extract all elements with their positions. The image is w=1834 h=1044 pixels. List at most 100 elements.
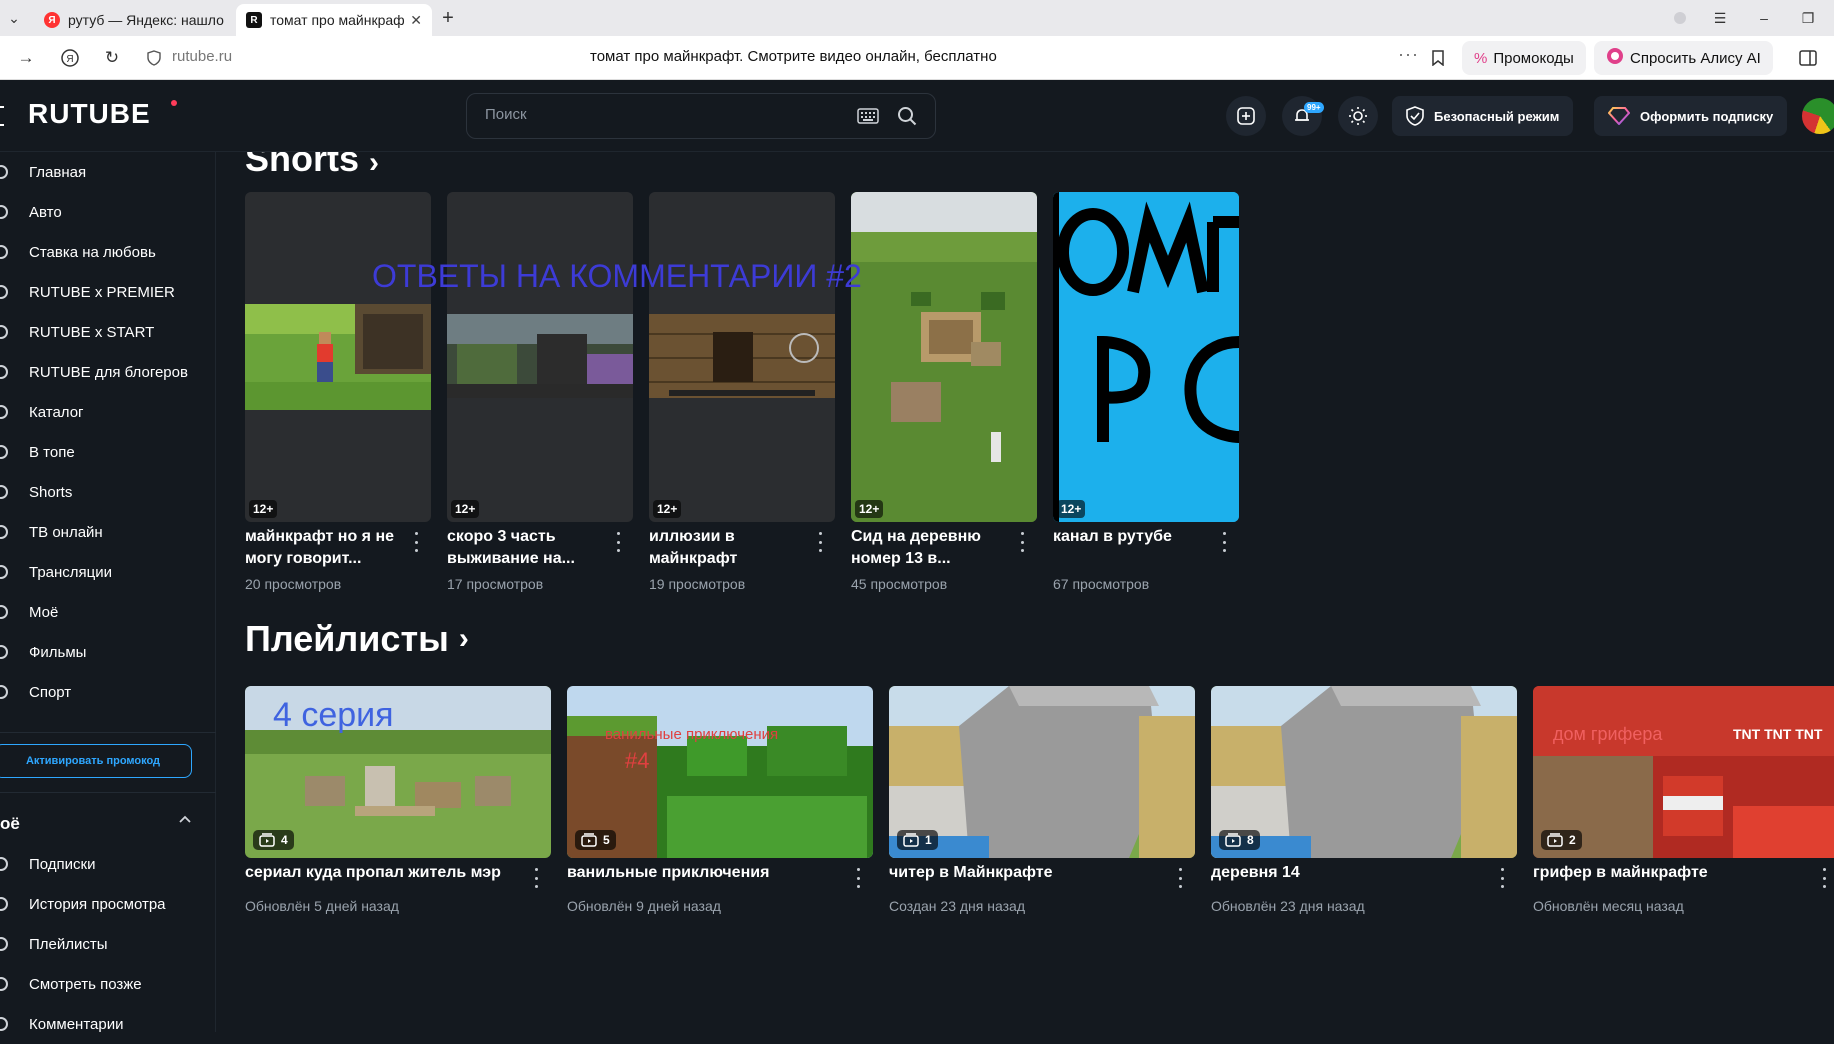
sidebar-item-sport[interactable]: Спорт: [0, 672, 216, 712]
sidebar-item-mine[interactable]: Моё: [0, 592, 216, 632]
playlists-section-title[interactable]: Плейлисты ›: [245, 618, 469, 660]
site-security-shield-icon[interactable]: [142, 46, 166, 70]
search-box[interactable]: [466, 93, 936, 139]
short-thumbnail[interactable]: 12+: [245, 192, 431, 522]
playlist-card[interactable]: ванильные приключения #4 5 ванильные при…: [567, 686, 873, 914]
minimize-icon[interactable]: –: [1752, 6, 1776, 30]
page-title[interactable]: томат про майнкрафт. Смотрите видео онла…: [590, 48, 997, 65]
thumbnail-caption: ванильные приключения: [605, 726, 779, 743]
short-title[interactable]: иллюзии в майнкрафт: [649, 526, 809, 570]
playlist-title[interactable]: грифер в майнкрафте: [1533, 864, 1708, 882]
search-input[interactable]: [485, 106, 845, 123]
more-options-icon[interactable]: [1821, 868, 1827, 888]
playlist-thumbnail[interactable]: 4 серия 4: [245, 686, 551, 858]
new-tab-plus-icon[interactable]: +: [436, 6, 460, 30]
sidebar-item-start[interactable]: RUTUBE x START: [0, 312, 216, 352]
sidebar-item-premier[interactable]: RUTUBE x PREMIER: [0, 272, 216, 312]
browser-menu-icon[interactable]: ☰: [1708, 6, 1732, 30]
keyboard-icon[interactable]: [857, 107, 879, 125]
playlist-title[interactable]: деревня 14: [1211, 864, 1300, 882]
sidebar-item-tv[interactable]: ТВ онлайн: [0, 512, 216, 552]
playlist-thumbnail[interactable]: 1: [889, 686, 1195, 858]
short-card[interactable]: 12+ иллюзии в майнкрафт 19 просмотров: [649, 192, 835, 592]
sidebar-item-stavka[interactable]: Ставка на любовь: [0, 232, 216, 272]
shorts-section-title[interactable]: Shorts ›: [245, 152, 379, 180]
playlist-card[interactable]: 1 читер в Майнкрафте Создан 23 дня назад: [889, 686, 1195, 914]
broadcast-icon: [0, 565, 8, 579]
sidebar-item-history[interactable]: История просмотра: [0, 884, 216, 924]
playlist-thumbnail[interactable]: дом грифера TNT TNT TNT 2: [1533, 686, 1834, 858]
sidebar-panel-icon[interactable]: [1796, 46, 1820, 70]
yandex-y-icon[interactable]: Я: [58, 46, 82, 70]
more-options-icon[interactable]: [533, 868, 539, 888]
short-card[interactable]: 12+ скоро 3 часть выживание на... 17 про…: [447, 192, 633, 592]
more-options-icon[interactable]: [1177, 868, 1183, 888]
short-title[interactable]: Сид на деревню номер 13 в...: [851, 526, 1011, 570]
activate-promo-button[interactable]: Активировать промокод: [0, 744, 192, 778]
more-options-icon[interactable]: [615, 532, 621, 552]
sidebar-item-playlists[interactable]: Плейлисты: [0, 924, 216, 964]
short-title[interactable]: скоро 3 часть выживание на...: [447, 526, 607, 570]
sidebar-item-bloggers[interactable]: RUTUBE для блогеров: [0, 352, 216, 392]
sidebar-item-live[interactable]: Трансляции: [0, 552, 216, 592]
more-dots-icon[interactable]: ···: [1398, 44, 1419, 65]
playlist-title[interactable]: сериал куда пропал житель мэр: [245, 864, 501, 882]
chevron-up-icon[interactable]: [178, 812, 192, 826]
notifications-button[interactable]: 99+: [1282, 96, 1324, 136]
browser-tab-yandex[interactable]: Я рутуб — Яндекс: нашлось: [34, 4, 234, 36]
short-card[interactable]: 12+ канал в рутубе 67 просмотров: [1053, 192, 1239, 592]
sidebar-item-shorts[interactable]: Shorts: [0, 472, 216, 512]
short-thumbnail[interactable]: 12+: [649, 192, 835, 522]
sidebar-item-comments[interactable]: Комментарии: [0, 1004, 216, 1044]
close-tab-icon[interactable]: ✕: [410, 12, 422, 29]
browser-tab-rutube[interactable]: R томат про майнкрафт. ✕: [236, 4, 432, 36]
more-options-icon[interactable]: [1221, 532, 1227, 552]
theme-toggle-button[interactable]: [1338, 96, 1378, 136]
browser-address-bar: → Я ↻ rutube.ru томат про майнкрафт. Смо…: [0, 36, 1834, 80]
restore-window-icon[interactable]: ❐: [1796, 6, 1820, 30]
sidebar-item-label: Подписки: [29, 855, 96, 873]
more-options-icon[interactable]: [855, 868, 861, 888]
rutube-logo[interactable]: RUTUBE: [28, 98, 151, 130]
playlist-title[interactable]: читер в Майнкрафте: [889, 864, 1052, 882]
short-card[interactable]: 12+ Сид на деревню номер 13 в... 45 прос…: [851, 192, 1037, 592]
sidebar-item-catalog[interactable]: Каталог: [0, 392, 216, 432]
safe-mode-button[interactable]: Безопасный режим: [1392, 96, 1574, 136]
url-host[interactable]: rutube.ru: [172, 48, 232, 65]
playlist-thumbnail[interactable]: ванильные приключения #4 5: [567, 686, 873, 858]
sidebar-item-auto[interactable]: Авто: [0, 192, 216, 232]
short-thumbnail[interactable]: 12+: [851, 192, 1037, 522]
avatar[interactable]: [1800, 96, 1834, 136]
short-thumbnail[interactable]: 12+: [1053, 192, 1239, 522]
playlist-thumbnail[interactable]: 8: [1211, 686, 1517, 858]
sidebar-item-watch-later[interactable]: Смотреть позже: [0, 964, 216, 1004]
promo-codes-button[interactable]: % Промокоды: [1462, 41, 1586, 75]
short-card[interactable]: 12+ майнкрафт но я не могу говорит... 20…: [245, 192, 431, 592]
more-options-icon[interactable]: [413, 532, 419, 552]
sidebar-item-home[interactable]: Главная: [0, 152, 216, 192]
menu-icon[interactable]: [0, 106, 4, 126]
sidebar-item-subscriptions[interactable]: Подписки: [0, 844, 216, 884]
playlist-card[interactable]: 8 деревня 14 Обновлён 23 дня назад: [1211, 686, 1517, 914]
tab-list-chevron-icon[interactable]: ⌄: [2, 6, 26, 30]
yandex-favicon-icon: Я: [44, 12, 60, 28]
more-options-icon[interactable]: [817, 532, 823, 552]
more-options-icon[interactable]: [1019, 532, 1025, 552]
browser-profile-icon[interactable]: [1668, 6, 1692, 30]
sidebar-item-top[interactable]: В топе: [0, 432, 216, 472]
search-icon[interactable]: [897, 106, 917, 126]
playlist-card[interactable]: дом грифера TNT TNT TNT 2 грифер в майнк…: [1533, 686, 1834, 914]
playlist-card[interactable]: 4 серия 4 сериал куда пропал житель мэр …: [245, 686, 551, 914]
short-thumbnail[interactable]: 12+: [447, 192, 633, 522]
ask-alice-button[interactable]: Спросить Алису AI: [1594, 41, 1773, 75]
short-title[interactable]: канал в рутубе: [1053, 526, 1213, 548]
bookmark-icon[interactable]: [1426, 46, 1450, 70]
forward-arrow-icon[interactable]: →: [14, 46, 38, 70]
more-options-icon[interactable]: [1499, 868, 1505, 888]
subscribe-button[interactable]: Оформить подписку: [1594, 96, 1788, 136]
sidebar-item-films[interactable]: Фильмы: [0, 632, 216, 672]
upload-button[interactable]: [1226, 96, 1266, 136]
playlist-title[interactable]: ванильные приключения: [567, 864, 769, 882]
reload-icon[interactable]: ↻: [100, 46, 124, 70]
short-title[interactable]: майнкрафт но я не могу говорит...: [245, 526, 405, 570]
